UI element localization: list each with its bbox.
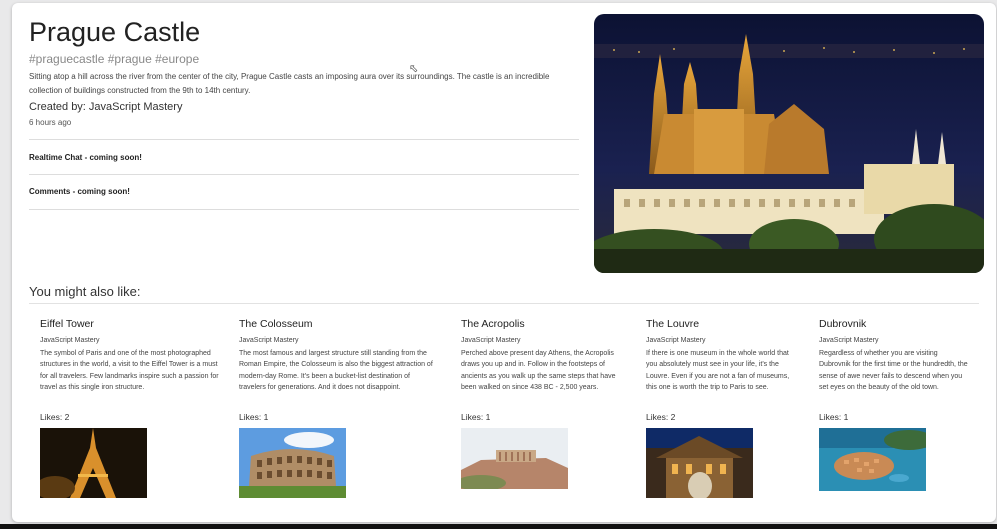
post-title: Prague Castle [29, 17, 201, 47]
recommended-author: JavaScript Mastery [239, 337, 299, 344]
recommended-post[interactable]: The Colosseum JavaScript Mastery The mos… [239, 315, 437, 498]
recommended-post[interactable]: Dubrovnik JavaScript Mastery Regardless … [819, 315, 969, 491]
recommended-likes: Likes: 1 [461, 412, 491, 422]
post-creator: Created by: JavaScript Mastery [29, 101, 183, 113]
post-timestamp: 6 hours ago [29, 118, 72, 127]
divider [29, 174, 579, 175]
recommended-title: The Louvre [646, 318, 700, 330]
recommended-title: The Colosseum [239, 318, 313, 330]
recommended-author: JavaScript Mastery [461, 337, 521, 344]
recommended-heading: You might also like: [29, 284, 141, 299]
recommended-message: Perched above present day Athens, the Ac… [461, 350, 616, 392]
comments-label: Comments - coming soon! [29, 187, 130, 196]
recommended-message: The most famous and largest structure st… [239, 350, 433, 392]
recommended-post[interactable]: Eiffel Tower JavaScript Mastery The symb… [40, 315, 220, 498]
post-image [594, 14, 984, 273]
post-tags: #praguecastle #prague #europe [29, 52, 200, 66]
recommended-likes: Likes: 1 [819, 412, 849, 422]
recommended-message: If there is one museum in the whole worl… [646, 350, 790, 392]
taskbar-edge [0, 524, 997, 529]
recommended-author: JavaScript Mastery [646, 337, 706, 344]
recommended-likes: Likes: 2 [646, 412, 676, 422]
recommended-image [461, 428, 568, 489]
recommended-message: Regardless of whether you are visiting D… [819, 350, 968, 392]
post-details-card: Prague Castle #praguecastle #prague #eur… [12, 3, 996, 522]
recommended-likes: Likes: 2 [40, 412, 70, 422]
mouse-cursor-icon: ⬁ [409, 63, 419, 75]
divider [29, 139, 579, 140]
recommended-author: JavaScript Mastery [40, 337, 100, 344]
recommended-title: The Acropolis [461, 318, 525, 330]
recommended-author: JavaScript Mastery [819, 337, 879, 344]
recommended-post[interactable]: The Acropolis JavaScript Mastery Perched… [461, 315, 623, 489]
divider [29, 303, 979, 304]
realtime-chat-label: Realtime Chat - coming soon! [29, 153, 142, 162]
recommended-title: Eiffel Tower [40, 318, 94, 330]
recommended-image [40, 428, 147, 498]
divider [29, 209, 579, 210]
recommended-image [646, 428, 753, 498]
post-message: Sitting atop a hill across the river fro… [29, 72, 550, 95]
recommended-message: The symbol of Paris and one of the most … [40, 350, 219, 392]
recommended-post[interactable]: The Louvre JavaScript Mastery If there i… [646, 315, 798, 498]
recommended-image [819, 428, 926, 491]
recommended-title: Dubrovnik [819, 318, 867, 330]
recommended-likes: Likes: 1 [239, 412, 269, 422]
recommended-image [239, 428, 346, 498]
